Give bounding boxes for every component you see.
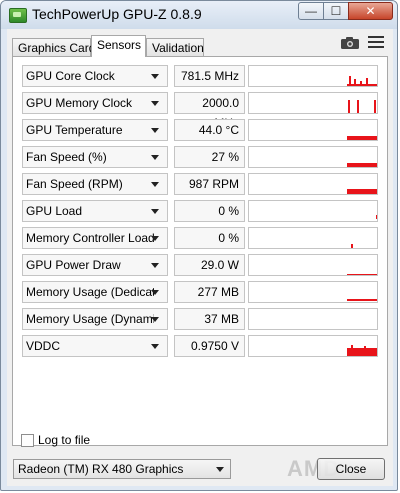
gpuz-window: TechPowerUp GPU-Z 0.8.9 — ☐ ✕ Graphics C… — [0, 0, 398, 491]
chevron-down-icon — [151, 128, 159, 133]
tab-graphics-card[interactable]: Graphics Card — [12, 38, 95, 56]
chevron-down-icon — [151, 290, 159, 295]
camera-icon[interactable] — [340, 36, 360, 50]
sensor-row: GPU Load 0 % — [22, 200, 378, 222]
sensor-select[interactable]: GPU Temperature — [22, 119, 168, 141]
sensor-select[interactable]: Memory Controller Load — [22, 227, 168, 249]
sensor-label: Memory Usage (Dedicated) — [26, 285, 154, 299]
sensor-row: GPU Power Draw 29.0 W — [22, 254, 378, 276]
tab-validation[interactable]: Validation — [146, 38, 204, 56]
sensor-label: Memory Controller Load — [26, 231, 154, 245]
sensor-label: GPU Memory Clock — [26, 96, 133, 110]
sensor-select[interactable]: GPU Core Clock — [22, 65, 168, 87]
chevron-down-icon — [216, 467, 224, 472]
sensor-value: 987 RPM — [174, 173, 245, 195]
sensor-row: Memory Usage (Dedicated) 277 MB — [22, 281, 378, 303]
sensor-value: 37 MB — [174, 308, 245, 330]
sensor-value: 27 % — [174, 146, 245, 168]
sensor-select[interactable]: Memory Usage (Dedicated) — [22, 281, 168, 303]
sensor-label: GPU Load — [26, 204, 83, 218]
sensor-label: Memory Usage (Dynamic) — [26, 312, 154, 326]
sensor-row: GPU Memory Clock 2000.0 MHz — [22, 92, 378, 130]
sensor-value: 0 % — [174, 200, 245, 222]
sensor-row: VDDC 0.9750 V — [22, 335, 378, 357]
gpu-select-dropdown[interactable]: Radeon (TM) RX 480 Graphics — [13, 459, 231, 479]
chevron-down-icon — [151, 155, 159, 160]
close-window-button[interactable]: ✕ — [348, 2, 393, 20]
sensor-label: GPU Power Draw — [26, 258, 121, 272]
log-to-file-checkbox[interactable] — [21, 434, 34, 447]
sensor-graph — [248, 254, 378, 276]
chevron-down-icon — [151, 236, 159, 241]
sensor-select[interactable]: GPU Load — [22, 200, 168, 222]
sensor-graph — [248, 281, 378, 303]
sensor-label: GPU Core Clock — [26, 69, 115, 83]
sensor-row: GPU Core Clock 781.5 MHz — [22, 65, 378, 87]
close-button[interactable]: Close — [317, 458, 385, 480]
sensor-label: Fan Speed (%) — [26, 150, 107, 164]
chevron-down-icon — [151, 263, 159, 268]
sensor-select[interactable]: Memory Usage (Dynamic) — [22, 308, 168, 330]
sensor-graph — [248, 227, 378, 249]
sensor-value: 277 MB — [174, 281, 245, 303]
window-title: TechPowerUp GPU-Z 0.8.9 — [32, 6, 202, 22]
sensor-graph — [248, 65, 378, 87]
sensor-select[interactable]: VDDC — [22, 335, 168, 357]
sensor-row: Fan Speed (RPM) 987 RPM — [22, 173, 378, 195]
title-bar[interactable]: TechPowerUp GPU-Z 0.8.9 — ☐ ✕ — [1, 1, 397, 29]
client-area: Graphics Card Sensors Validation GPU Cor… — [7, 29, 393, 486]
sensors-panel: GPU Core Clock 781.5 MHz GPU Memory Clock 2… — [12, 56, 388, 446]
chevron-down-icon — [151, 74, 159, 79]
sensor-graph — [248, 200, 378, 222]
gpuz-app-icon — [9, 8, 27, 23]
sensor-value: 0 % — [174, 227, 245, 249]
hamburger-menu-icon[interactable] — [368, 36, 384, 50]
chevron-down-icon — [151, 317, 159, 322]
chevron-down-icon — [151, 101, 159, 106]
chevron-down-icon — [151, 182, 159, 187]
sensor-value: 0.9750 V — [174, 335, 245, 357]
chevron-down-icon — [151, 344, 159, 349]
minimize-button[interactable]: — — [298, 2, 324, 20]
chevron-down-icon — [151, 209, 159, 214]
gpu-select-value: Radeon (TM) RX 480 Graphics — [18, 462, 184, 476]
sensor-row: Memory Usage (Dynamic) 37 MB — [22, 308, 378, 330]
sensor-select[interactable]: Fan Speed (RPM) — [22, 173, 168, 195]
sensor-graph — [248, 173, 378, 195]
sensor-value: 29.0 W — [174, 254, 245, 276]
tab-sensors[interactable]: Sensors — [91, 35, 146, 57]
sensor-value: 781.5 MHz — [174, 65, 245, 87]
maximize-button[interactable]: ☐ — [323, 2, 349, 20]
sensor-graph — [248, 335, 378, 357]
sensor-label: VDDC — [26, 339, 61, 353]
sensor-graph — [248, 308, 378, 330]
sensor-select[interactable]: GPU Power Draw — [22, 254, 168, 276]
sensor-graph — [248, 119, 378, 141]
sensor-value: 44.0 °C — [174, 119, 245, 141]
sensor-value: 2000.0 MHz — [174, 92, 245, 130]
sensor-select[interactable]: GPU Memory Clock — [22, 92, 168, 114]
sensor-label: GPU Temperature — [26, 123, 123, 137]
sensor-row: GPU Temperature 44.0 °C — [22, 119, 378, 141]
sensor-select[interactable]: Fan Speed (%) — [22, 146, 168, 168]
log-to-file-label: Log to file — [38, 433, 91, 447]
sensor-label: Fan Speed (RPM) — [26, 177, 123, 191]
sensor-row: Fan Speed (%) 27 % — [22, 146, 378, 168]
sensor-row: Memory Controller Load 0 % — [22, 227, 378, 249]
sensor-graph — [248, 146, 378, 168]
sensor-graph — [248, 92, 378, 114]
